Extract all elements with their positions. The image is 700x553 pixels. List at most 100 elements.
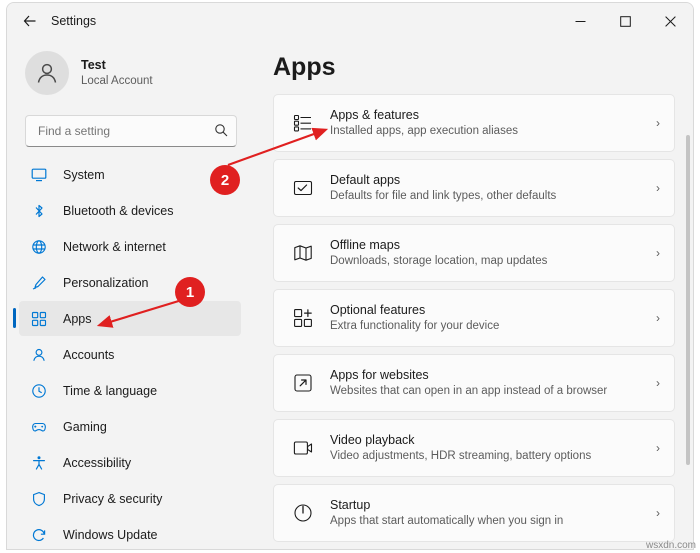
sidebar-item-apps[interactable]: Apps bbox=[19, 301, 241, 336]
sidebar-item-label: Personalization bbox=[63, 276, 148, 290]
chevron-right-icon: › bbox=[656, 181, 660, 195]
watermark: wsxdn.com bbox=[646, 540, 696, 551]
card-text: Default apps Defaults for file and link … bbox=[330, 172, 656, 204]
card-subtitle: Defaults for file and link types, other … bbox=[330, 189, 656, 205]
sidebar-item-windows-update[interactable]: Windows Update bbox=[19, 517, 241, 550]
sidebar-item-bluetooth-devices[interactable]: Bluetooth & devices bbox=[19, 193, 241, 228]
account-name: Test bbox=[81, 58, 153, 74]
maximize-icon bbox=[620, 16, 631, 27]
sidebar-item-label: Accessibility bbox=[63, 456, 131, 470]
card-offline-maps[interactable]: Offline maps Downloads, storage location… bbox=[273, 224, 675, 282]
card-title: Video playback bbox=[330, 432, 656, 449]
default-apps-icon bbox=[290, 178, 316, 198]
window-title: Settings bbox=[51, 14, 96, 28]
maximize-button[interactable] bbox=[603, 3, 648, 39]
sidebar-item-label: Time & language bbox=[63, 384, 157, 398]
card-optional-features[interactable]: Optional features Extra functionality fo… bbox=[273, 289, 675, 347]
card-title: Offline maps bbox=[330, 237, 656, 254]
page-title: Apps bbox=[273, 53, 693, 82]
title-bar: Settings bbox=[7, 3, 693, 39]
card-text: Optional features Extra functionality fo… bbox=[330, 302, 656, 334]
minimize-button[interactable] bbox=[558, 3, 603, 39]
privacy-shield-icon bbox=[31, 491, 53, 507]
card-text: Offline maps Downloads, storage location… bbox=[330, 237, 656, 269]
sidebar-item-label: Windows Update bbox=[63, 528, 158, 542]
card-text: Video playback Video adjustments, HDR st… bbox=[330, 432, 656, 464]
account-block[interactable]: Test Local Account bbox=[25, 45, 251, 101]
minimize-icon bbox=[575, 16, 586, 27]
card-title: Apps for websites bbox=[330, 367, 656, 384]
close-button[interactable] bbox=[648, 3, 693, 39]
chevron-right-icon: › bbox=[656, 441, 660, 455]
sidebar-item-label: Accounts bbox=[63, 348, 114, 362]
sidebar-item-personalization[interactable]: Personalization bbox=[19, 265, 241, 300]
card-text: Apps & features Installed apps, app exec… bbox=[330, 107, 656, 139]
sidebar-item-accessibility[interactable]: Accessibility bbox=[19, 445, 241, 480]
annotation-marker-1: 1 bbox=[175, 277, 205, 307]
avatar bbox=[25, 51, 69, 95]
chevron-right-icon: › bbox=[656, 376, 660, 390]
back-arrow-icon bbox=[22, 13, 38, 29]
sidebar-item-system[interactable]: System bbox=[19, 157, 241, 192]
caption-buttons bbox=[558, 3, 693, 39]
apps-features-list-icon bbox=[290, 113, 316, 133]
windows-update-icon bbox=[31, 527, 53, 543]
sidebar-item-label: Gaming bbox=[63, 420, 107, 434]
sidebar-item-label: Apps bbox=[63, 312, 92, 326]
card-text: Apps for websites Websites that can open… bbox=[330, 367, 656, 399]
chevron-right-icon: › bbox=[656, 116, 660, 130]
search-icon bbox=[214, 123, 228, 140]
card-title: Startup bbox=[330, 497, 656, 514]
card-text: Startup Apps that start automatically wh… bbox=[330, 497, 656, 529]
personalization-brush-icon bbox=[31, 275, 53, 291]
card-subtitle: Websites that can open in an app instead… bbox=[330, 384, 656, 400]
sidebar-item-gaming[interactable]: Gaming bbox=[19, 409, 241, 444]
main-content: Apps Apps & features bbox=[251, 39, 693, 549]
optional-features-icon bbox=[290, 308, 316, 328]
user-avatar-icon bbox=[34, 60, 60, 86]
card-default-apps[interactable]: Default apps Defaults for file and link … bbox=[273, 159, 675, 217]
card-subtitle: Apps that start automatically when you s… bbox=[330, 514, 656, 530]
offline-maps-icon bbox=[290, 243, 316, 263]
network-icon bbox=[31, 239, 53, 255]
window-body: Test Local Account bbox=[7, 39, 693, 549]
card-subtitle: Video adjustments, HDR streaming, batter… bbox=[330, 449, 656, 465]
system-icon bbox=[31, 167, 53, 183]
card-startup[interactable]: Startup Apps that start automatically wh… bbox=[273, 484, 675, 542]
sidebar-item-time-language[interactable]: Time & language bbox=[19, 373, 241, 408]
sidebar-nav: System Bluetooth & devices bbox=[7, 157, 251, 550]
card-title: Apps & features bbox=[330, 107, 656, 124]
sidebar-item-label: System bbox=[63, 168, 105, 182]
video-playback-icon bbox=[290, 438, 316, 458]
chevron-right-icon: › bbox=[656, 311, 660, 325]
accessibility-icon bbox=[31, 455, 53, 471]
card-apps-and-features[interactable]: Apps & features Installed apps, app exec… bbox=[273, 94, 675, 152]
sidebar-item-label: Privacy & security bbox=[63, 492, 162, 506]
sidebar-item-label: Bluetooth & devices bbox=[63, 204, 174, 218]
card-title: Default apps bbox=[330, 172, 656, 189]
card-subtitle: Extra functionality for your device bbox=[330, 319, 656, 335]
search-box[interactable] bbox=[25, 115, 237, 147]
apps-grid-icon bbox=[31, 311, 53, 327]
sidebar-item-privacy-security[interactable]: Privacy & security bbox=[19, 481, 241, 516]
card-subtitle: Downloads, storage location, map updates bbox=[330, 254, 656, 270]
card-title: Optional features bbox=[330, 302, 656, 319]
bluetooth-icon bbox=[31, 203, 53, 219]
account-subtitle: Local Account bbox=[81, 74, 153, 88]
accounts-person-icon bbox=[31, 347, 53, 363]
back-button[interactable] bbox=[13, 6, 47, 36]
close-icon bbox=[665, 16, 676, 27]
startup-icon bbox=[290, 503, 316, 523]
card-video-playback[interactable]: Video playback Video adjustments, HDR st… bbox=[273, 419, 675, 477]
sidebar-item-label: Network & internet bbox=[63, 240, 166, 254]
search-input[interactable] bbox=[36, 123, 214, 139]
sidebar-item-network-internet[interactable]: Network & internet bbox=[19, 229, 241, 264]
sidebar-item-accounts[interactable]: Accounts bbox=[19, 337, 241, 372]
settings-card-list: Apps & features Installed apps, app exec… bbox=[273, 94, 675, 542]
main-scrollbar[interactable] bbox=[686, 135, 690, 465]
apps-for-websites-icon bbox=[290, 373, 316, 393]
settings-window: Settings bbox=[6, 2, 694, 550]
annotation-marker-2: 2 bbox=[210, 165, 240, 195]
card-apps-for-websites[interactable]: Apps for websites Websites that can open… bbox=[273, 354, 675, 412]
sidebar: Test Local Account bbox=[7, 39, 251, 549]
